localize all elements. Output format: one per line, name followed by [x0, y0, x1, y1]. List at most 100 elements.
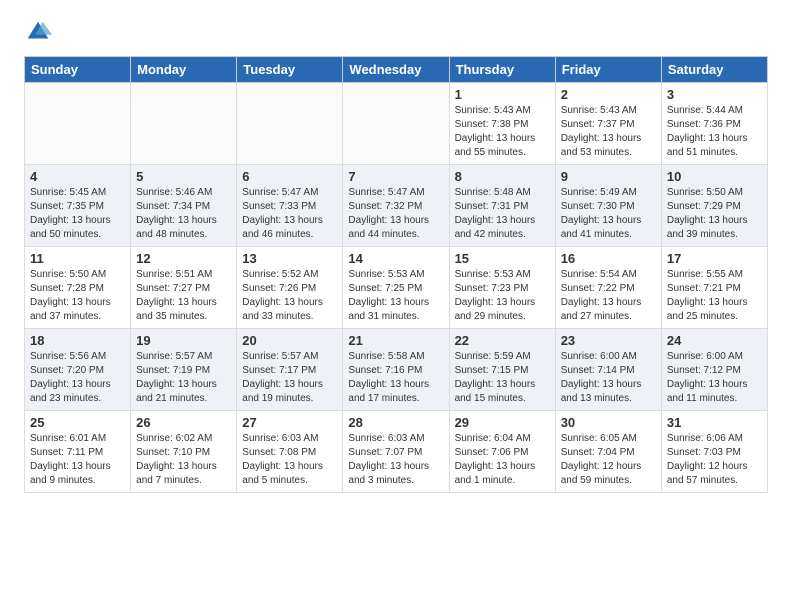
day-header-sunday: Sunday: [25, 57, 131, 83]
day-number: 5: [136, 169, 231, 184]
day-number: 13: [242, 251, 337, 266]
day-cell-7: 7 Sunrise: 5:47 AM Sunset: 7:32 PM Daylig…: [343, 165, 449, 247]
day-cell-empty-3: [343, 83, 449, 165]
day-header-thursday: Thursday: [449, 57, 555, 83]
day-cell-28: 28 Sunrise: 6:03 AM Sunset: 7:07 PM Dayli…: [343, 411, 449, 493]
day-number: 31: [667, 415, 762, 430]
day-cell-3: 3 Sunrise: 5:44 AM Sunset: 7:36 PM Daylig…: [661, 83, 767, 165]
day-info: Sunrise: 5:59 AM Sunset: 7:15 PM Dayligh…: [455, 350, 550, 406]
day-number: 26: [136, 415, 231, 430]
day-number: 12: [136, 251, 231, 266]
day-info: Sunrise: 6:03 AM Sunset: 7:08 PM Dayligh…: [242, 432, 337, 488]
week-row-5: 25Sunrise: 6:01 AM Sunset: 7:11 PM Dayli…: [25, 411, 768, 493]
day-cell-18: 18 Sunrise: 5:56 AM Sunset: 7:20 PM Dayli…: [25, 329, 131, 411]
calendar-table: SundayMondayTuesdayWednesdayThursdayFrid…: [24, 56, 768, 493]
day-info: Sunrise: 5:50 AM Sunset: 7:29 PM Dayligh…: [667, 186, 762, 242]
day-info: Sunrise: 5:58 AM Sunset: 7:16 PM Dayligh…: [348, 350, 443, 406]
day-number: 7: [348, 169, 443, 184]
day-header-wednesday: Wednesday: [343, 57, 449, 83]
day-number: 25: [30, 415, 125, 430]
day-cell-5: 5 Sunrise: 5:46 AM Sunset: 7:34 PM Daylig…: [131, 165, 237, 247]
day-cell-15: 15 Sunrise: 5:53 AM Sunset: 7:23 PM Dayli…: [449, 247, 555, 329]
day-header-saturday: Saturday: [661, 57, 767, 83]
day-number: 27: [242, 415, 337, 430]
day-cell-4: 4 Sunrise: 5:45 AM Sunset: 7:35 PM Daylig…: [25, 165, 131, 247]
day-cell-11: 11 Sunrise: 5:50 AM Sunset: 7:28 PM Dayli…: [25, 247, 131, 329]
day-number: 11: [30, 251, 125, 266]
day-number: 28: [348, 415, 443, 430]
day-cell-13: 13 Sunrise: 5:52 AM Sunset: 7:26 PM Dayli…: [237, 247, 343, 329]
day-cell-31: 31Sunrise: 6:06 AM Sunset: 7:03 PM Dayli…: [661, 411, 767, 493]
day-number: 9: [561, 169, 656, 184]
day-cell-20: 20 Sunrise: 5:57 AM Sunset: 7:17 PM Dayli…: [237, 329, 343, 411]
day-number: 10: [667, 169, 762, 184]
day-cell-26: 26 Sunrise: 6:02 AM Sunset: 7:10 PM Dayli…: [131, 411, 237, 493]
day-number: 23: [561, 333, 656, 348]
day-cell-14: 14Sunrise: 5:53 AM Sunset: 7:25 PM Dayli…: [343, 247, 449, 329]
day-info: Sunrise: 5:53 AM Sunset: 7:23 PM Dayligh…: [455, 268, 550, 324]
day-number: 3: [667, 87, 762, 102]
day-info: Sunrise: 5:51 AM Sunset: 7:27 PM Dayligh…: [136, 268, 231, 324]
day-header-monday: Monday: [131, 57, 237, 83]
day-cell-10: 10 Sunrise: 5:50 AM Sunset: 7:29 PM Dayli…: [661, 165, 767, 247]
day-info: Sunrise: 5:45 AM Sunset: 7:35 PM Dayligh…: [30, 186, 125, 242]
day-info: Sunrise: 5:56 AM Sunset: 7:20 PM Dayligh…: [30, 350, 125, 406]
logo: [24, 18, 54, 46]
day-info: Sunrise: 5:48 AM Sunset: 7:31 PM Dayligh…: [455, 186, 550, 242]
day-number: 24: [667, 333, 762, 348]
day-cell-23: 23 Sunrise: 6:00 AM Sunset: 7:14 PM Dayli…: [555, 329, 661, 411]
week-row-3: 11 Sunrise: 5:50 AM Sunset: 7:28 PM Dayli…: [25, 247, 768, 329]
day-info: Sunrise: 6:03 AM Sunset: 7:07 PM Dayligh…: [348, 432, 443, 488]
day-cell-21: 21 Sunrise: 5:58 AM Sunset: 7:16 PM Dayli…: [343, 329, 449, 411]
day-info: Sunrise: 5:46 AM Sunset: 7:34 PM Dayligh…: [136, 186, 231, 242]
day-info: Sunrise: 5:44 AM Sunset: 7:36 PM Dayligh…: [667, 104, 762, 160]
day-header-row: SundayMondayTuesdayWednesdayThursdayFrid…: [25, 57, 768, 83]
day-info: Sunrise: 5:47 AM Sunset: 7:33 PM Dayligh…: [242, 186, 337, 242]
day-info: Sunrise: 6:05 AM Sunset: 7:04 PM Dayligh…: [561, 432, 656, 488]
day-number: 1: [455, 87, 550, 102]
day-info: Sunrise: 5:55 AM Sunset: 7:21 PM Dayligh…: [667, 268, 762, 324]
day-number: 18: [30, 333, 125, 348]
day-number: 29: [455, 415, 550, 430]
day-number: 20: [242, 333, 337, 348]
day-info: Sunrise: 5:43 AM Sunset: 7:38 PM Dayligh…: [455, 104, 550, 160]
day-info: Sunrise: 5:43 AM Sunset: 7:37 PM Dayligh…: [561, 104, 656, 160]
week-row-1: 1 Sunrise: 5:43 AM Sunset: 7:38 PM Daylig…: [25, 83, 768, 165]
day-cell-1: 1 Sunrise: 5:43 AM Sunset: 7:38 PM Daylig…: [449, 83, 555, 165]
day-cell-12: 12 Sunrise: 5:51 AM Sunset: 7:27 PM Dayli…: [131, 247, 237, 329]
day-cell-empty-0: [25, 83, 131, 165]
day-info: Sunrise: 5:49 AM Sunset: 7:30 PM Dayligh…: [561, 186, 656, 242]
day-number: 22: [455, 333, 550, 348]
day-cell-16: 16Sunrise: 5:54 AM Sunset: 7:22 PM Dayli…: [555, 247, 661, 329]
day-cell-8: 8Sunrise: 5:48 AM Sunset: 7:31 PM Daylig…: [449, 165, 555, 247]
day-info: Sunrise: 5:52 AM Sunset: 7:26 PM Dayligh…: [242, 268, 337, 324]
day-number: 15: [455, 251, 550, 266]
day-cell-empty-1: [131, 83, 237, 165]
day-number: 6: [242, 169, 337, 184]
day-info: Sunrise: 5:47 AM Sunset: 7:32 PM Dayligh…: [348, 186, 443, 242]
day-cell-22: 22 Sunrise: 5:59 AM Sunset: 7:15 PM Dayli…: [449, 329, 555, 411]
day-info: Sunrise: 6:00 AM Sunset: 7:14 PM Dayligh…: [561, 350, 656, 406]
day-info: Sunrise: 5:57 AM Sunset: 7:17 PM Dayligh…: [242, 350, 337, 406]
day-info: Sunrise: 5:50 AM Sunset: 7:28 PM Dayligh…: [30, 268, 125, 324]
day-info: Sunrise: 5:54 AM Sunset: 7:22 PM Dayligh…: [561, 268, 656, 324]
day-cell-empty-2: [237, 83, 343, 165]
day-header-tuesday: Tuesday: [237, 57, 343, 83]
day-cell-17: 17Sunrise: 5:55 AM Sunset: 7:21 PM Dayli…: [661, 247, 767, 329]
day-number: 21: [348, 333, 443, 348]
day-info: Sunrise: 6:00 AM Sunset: 7:12 PM Dayligh…: [667, 350, 762, 406]
day-cell-9: 9 Sunrise: 5:49 AM Sunset: 7:30 PM Daylig…: [555, 165, 661, 247]
day-cell-29: 29 Sunrise: 6:04 AM Sunset: 7:06 PM Dayli…: [449, 411, 555, 493]
day-info: Sunrise: 6:04 AM Sunset: 7:06 PM Dayligh…: [455, 432, 550, 488]
day-number: 30: [561, 415, 656, 430]
day-cell-30: 30 Sunrise: 6:05 AM Sunset: 7:04 PM Dayli…: [555, 411, 661, 493]
week-row-4: 18 Sunrise: 5:56 AM Sunset: 7:20 PM Dayli…: [25, 329, 768, 411]
day-cell-24: 24 Sunrise: 6:00 AM Sunset: 7:12 PM Dayli…: [661, 329, 767, 411]
day-header-friday: Friday: [555, 57, 661, 83]
day-cell-6: 6 Sunrise: 5:47 AM Sunset: 7:33 PM Daylig…: [237, 165, 343, 247]
page-header: [0, 0, 792, 56]
day-cell-27: 27 Sunrise: 6:03 AM Sunset: 7:08 PM Dayli…: [237, 411, 343, 493]
day-info: Sunrise: 6:02 AM Sunset: 7:10 PM Dayligh…: [136, 432, 231, 488]
day-number: 4: [30, 169, 125, 184]
logo-icon: [24, 18, 52, 46]
